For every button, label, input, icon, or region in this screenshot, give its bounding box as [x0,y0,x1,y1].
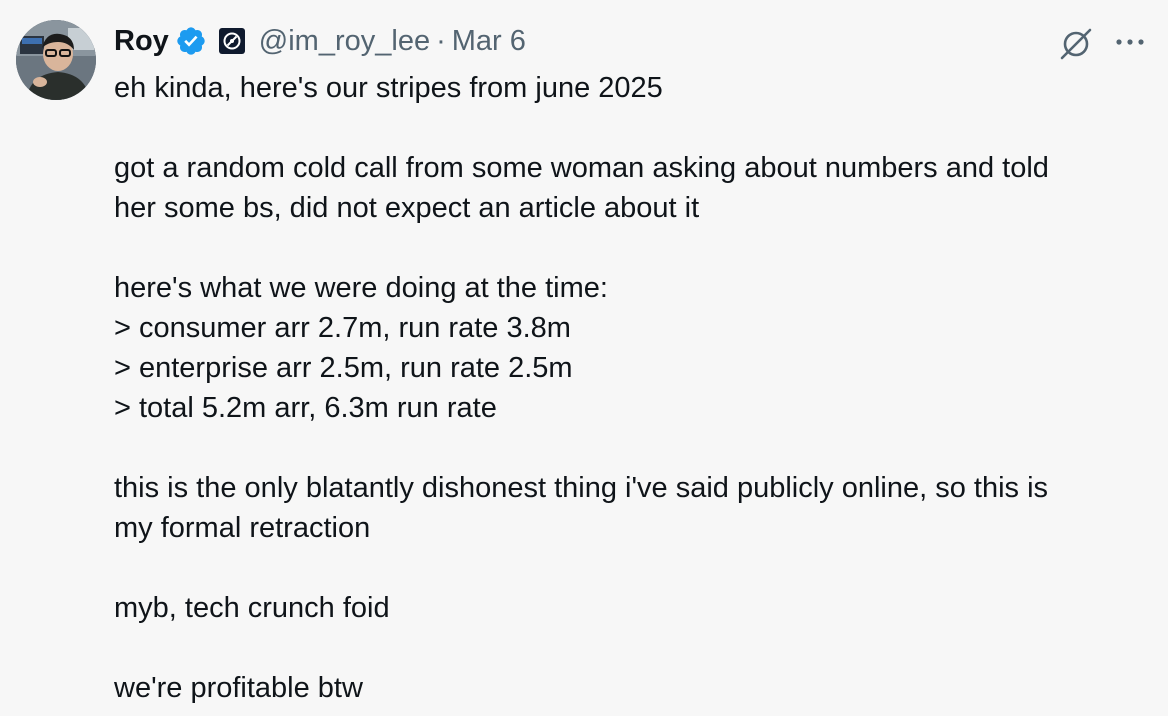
tweet-header: Roy @im_roy_lee · Mar 6 [114,22,526,60]
tweet-line-break [114,108,1144,148]
tweet-line-break [114,548,1144,588]
tweet-line: got a random cold call from some woman a… [114,152,1049,184]
tweet[interactable]: Roy @im_roy_lee · Mar 6 eh kinda, here's… [0,0,1168,716]
affiliate-logo-icon[interactable] [218,28,245,54]
tweet-line: her some bs, did not expect an article a… [114,192,700,224]
meta-separator: · [436,24,446,57]
more-options-button[interactable] [1108,24,1152,60]
verified-badge-icon[interactable] [175,25,207,57]
tweet-line: > total 5.2m arr, 6.3m run rate [114,392,497,424]
tweet-line-break [114,428,1144,468]
tweet-line: > consumer arr 2.7m, run rate 3.8m [114,312,571,344]
more-horizontal-icon [1116,39,1144,45]
tweet-text: eh kinda, here's our stripes from june 2… [114,68,1144,708]
tweet-line: my formal retraction [114,512,371,544]
grok-button[interactable] [1056,24,1096,64]
tweet-line-break [114,628,1144,668]
tweet-line-break [114,228,1144,268]
avatar-photo [16,20,96,100]
author-name[interactable]: Roy [114,25,169,58]
tweet-line: here's what we were doing at the time: [114,272,608,304]
tweet-line: this is the only blatantly dishonest thi… [114,472,1049,504]
tweet-line: we're profitable btw [114,672,363,704]
tweet-line: myb, tech crunch foid [114,592,390,624]
tweet-line: eh kinda, here's our stripes from june 2… [114,72,663,104]
tweet-line: > enterprise arr 2.5m, run rate 2.5m [114,352,573,384]
author-handle[interactable]: @im_roy_lee [259,25,430,58]
grok-icon [1060,28,1092,60]
tweet-date[interactable]: Mar 6 [452,25,526,58]
avatar[interactable] [16,20,96,100]
